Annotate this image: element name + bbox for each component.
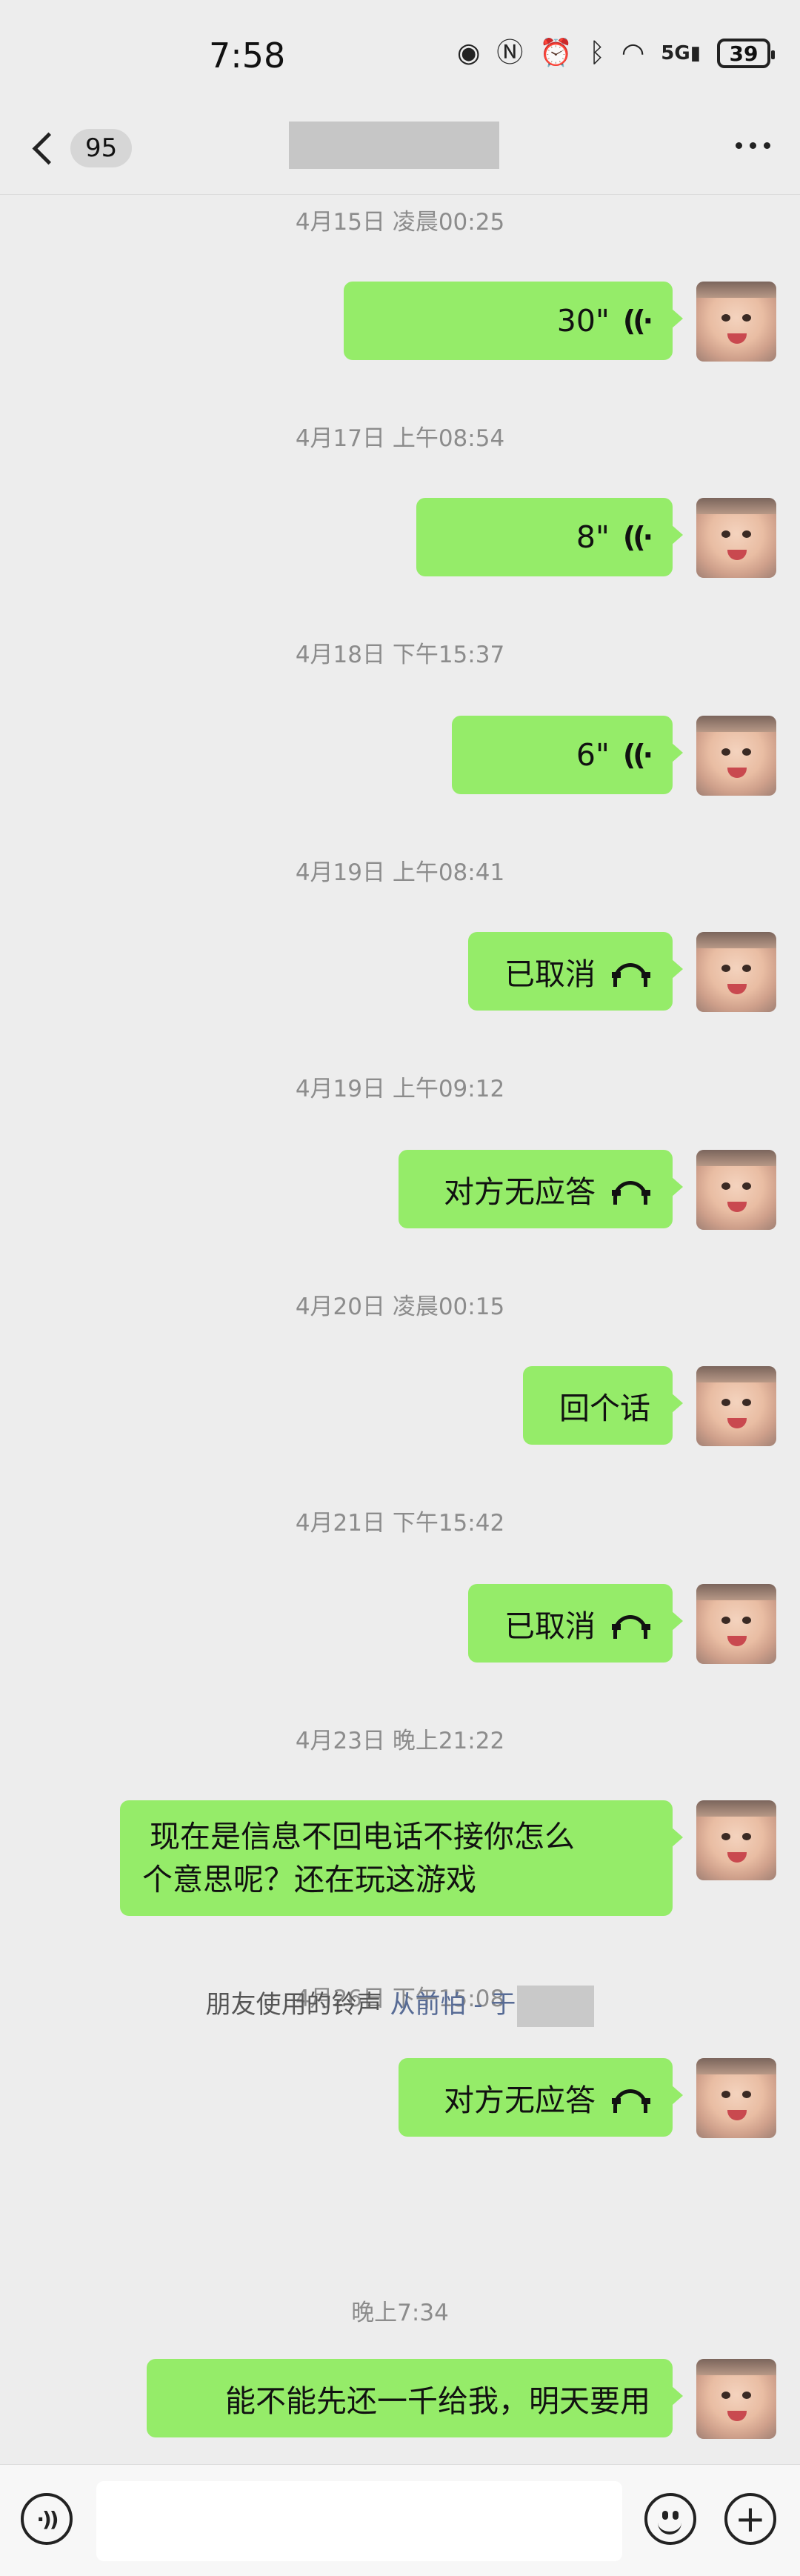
message-timestamp: 4月21日 下午15:42 bbox=[295, 1510, 505, 1537]
call-status: 对方无应答 bbox=[444, 1174, 596, 1210]
call-record-bubble[interactable]: 对方无应答 bbox=[399, 1150, 683, 1228]
message-timestamp: 4月15日 凌晨00:25 bbox=[295, 209, 505, 236]
call-record-bubble[interactable]: 对方无应答 bbox=[399, 2058, 683, 2137]
avatar[interactable] bbox=[696, 498, 776, 578]
avatar[interactable] bbox=[696, 2058, 776, 2138]
call-record-bubble[interactable]: 已取消 bbox=[468, 932, 683, 1011]
message-timestamp: 4月19日 上午09:12 bbox=[295, 1076, 505, 1102]
battery-icon: 39 bbox=[717, 39, 775, 68]
status-icons: ◉ Ⓝ ⏰ ᛒ ◠ 5G▮ 39 bbox=[456, 38, 775, 68]
avatar[interactable] bbox=[696, 932, 776, 1012]
more-options-button[interactable] bbox=[736, 130, 770, 160]
more-dot-icon bbox=[764, 142, 770, 149]
avatar[interactable] bbox=[696, 1584, 776, 1664]
voice-duration: 6" bbox=[576, 737, 610, 773]
eye-icon: ◉ bbox=[456, 38, 481, 68]
avatar[interactable] bbox=[696, 1366, 776, 1446]
more-dot-icon bbox=[750, 142, 756, 149]
network-label: 5G bbox=[661, 42, 690, 64]
signal-5g-icon: 5G▮ bbox=[661, 42, 701, 64]
message-text-line: 现在是信息不回电话不接你怎么 bbox=[150, 1819, 575, 1854]
more-functions-button[interactable]: + bbox=[724, 2493, 776, 2545]
message-timestamp: 4月18日 下午15:37 bbox=[295, 642, 505, 668]
voice-icon: ·)) bbox=[36, 2506, 59, 2532]
voice-input-button[interactable]: ·)) bbox=[21, 2493, 73, 2545]
status-time: 7:58 bbox=[209, 36, 286, 76]
avatar[interactable] bbox=[696, 716, 776, 796]
voice-message-bubble[interactable]: 8" ((· bbox=[416, 498, 683, 576]
message-timestamp: 4月17日 上午08:54 bbox=[295, 425, 505, 452]
voice-wave-icon: ((· bbox=[622, 739, 653, 771]
message-text: 回个话 bbox=[559, 1391, 650, 1426]
smiley-icon bbox=[647, 2496, 693, 2542]
status-bar: 7:58 ◉ Ⓝ ⏰ ᛒ ◠ 5G▮ 39 bbox=[0, 0, 800, 111]
phone-hangup-icon bbox=[612, 1181, 650, 1205]
ringtone-song-link[interactable]: 从前怕 - 于 bbox=[390, 1990, 516, 2020]
ringtone-prefix: 朋友使用的铃声 bbox=[205, 1990, 382, 2020]
message-timestamp: 4月19日 上午08:41 bbox=[295, 859, 505, 886]
nav-bar: 95 bbox=[0, 111, 800, 195]
phone-hangup-icon bbox=[612, 963, 650, 987]
wifi-icon: ◠ bbox=[621, 38, 645, 68]
nfc-icon: Ⓝ bbox=[496, 38, 524, 68]
call-status: 对方无应答 bbox=[444, 2083, 596, 2118]
voice-duration: 8" bbox=[576, 519, 610, 555]
call-status: 已取消 bbox=[504, 956, 596, 992]
battery-level: 39 bbox=[729, 41, 759, 66]
emoji-button[interactable] bbox=[644, 2493, 696, 2545]
message-input[interactable] bbox=[96, 2481, 622, 2561]
call-record-bubble[interactable]: 已取消 bbox=[468, 1584, 683, 1663]
phone-hangup-icon bbox=[612, 2089, 650, 2113]
avatar[interactable] bbox=[696, 1150, 776, 1230]
unread-badge: 95 bbox=[70, 129, 133, 167]
bluetooth-icon: ᛒ bbox=[589, 38, 605, 68]
voice-message-bubble[interactable]: 6" ((· bbox=[452, 716, 683, 794]
message-timestamp: 晚上7:34 bbox=[351, 2300, 449, 2326]
contact-name-redacted bbox=[289, 122, 499, 169]
voice-message-bubble[interactable]: 30" ((· bbox=[344, 282, 683, 360]
avatar[interactable] bbox=[696, 2359, 776, 2439]
text-message-bubble[interactable]: 回个话 bbox=[523, 1366, 683, 1445]
back-button[interactable]: 95 bbox=[27, 129, 133, 167]
plus-icon: + bbox=[735, 2497, 766, 2540]
chat-area[interactable]: 4月15日 凌晨00:25 30" ((· 4月17日 上午08:54 8" (… bbox=[0, 194, 800, 2464]
voice-wave-icon: ((· bbox=[622, 304, 653, 337]
avatar[interactable] bbox=[696, 1800, 776, 1880]
call-status: 已取消 bbox=[504, 1608, 596, 1644]
song-name-redacted bbox=[517, 1985, 595, 2027]
message-text-line: 个意思呢？还在玩这游戏 bbox=[142, 1862, 476, 1897]
text-message-bubble[interactable]: 现在是信息不回电话不接你怎么 个意思呢？还在玩这游戏 bbox=[120, 1800, 683, 1916]
message-timestamp: 4月20日 凌晨00:15 bbox=[295, 1294, 505, 1320]
chevron-left-icon bbox=[32, 132, 65, 164]
message-text: 能不能先还一千给我，明天要用 bbox=[225, 2383, 650, 2419]
voice-duration: 30" bbox=[556, 303, 610, 339]
voice-wave-icon: ((· bbox=[622, 521, 653, 553]
phone-hangup-icon bbox=[612, 1615, 650, 1639]
alarm-icon: ⏰ bbox=[539, 38, 573, 68]
ringtone-notice: 朋友使用的铃声 从前怕 - 于 bbox=[0, 1984, 800, 2027]
more-dot-icon bbox=[736, 142, 742, 149]
text-message-bubble[interactable]: 能不能先还一千给我，明天要用 bbox=[147, 2359, 683, 2437]
input-bar: ·)) + bbox=[0, 2464, 800, 2576]
message-timestamp: 4月23日 晚上21:22 bbox=[295, 1728, 505, 1754]
avatar[interactable] bbox=[696, 282, 776, 362]
